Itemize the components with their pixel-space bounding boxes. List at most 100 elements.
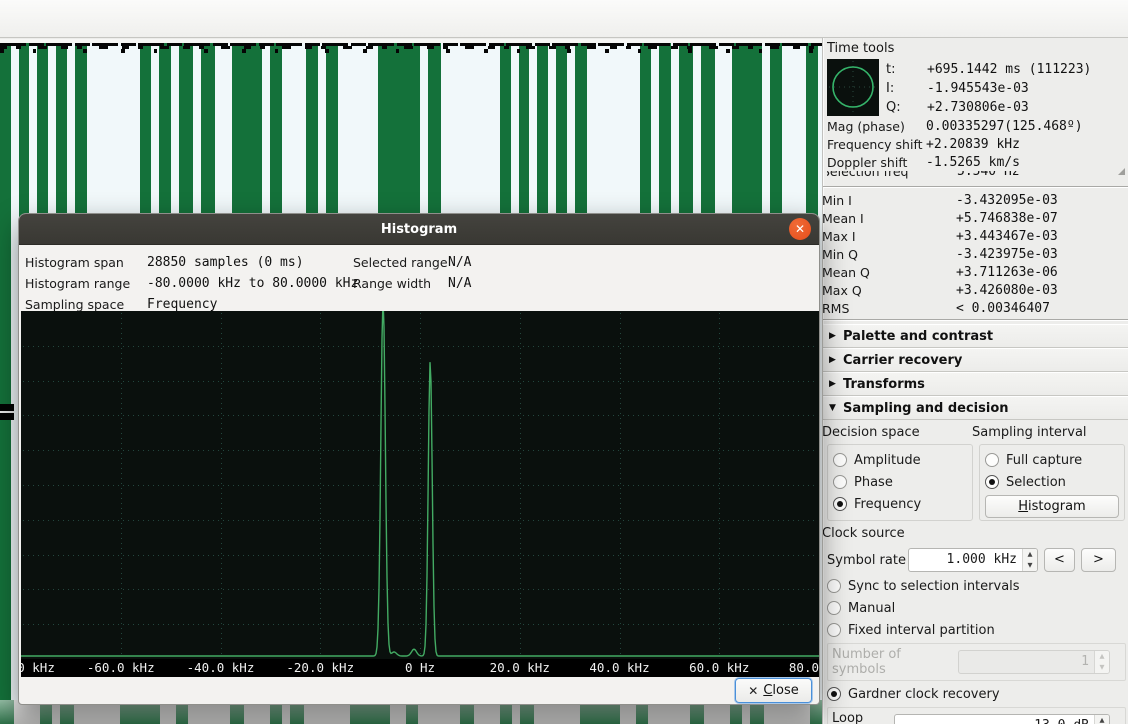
chevron-right-icon: ▶ — [829, 355, 843, 365]
spin-down-icon[interactable]: ▼ — [1023, 560, 1037, 571]
waveform-trace — [0, 49, 822, 53]
readout-i-label: I: — [886, 81, 927, 96]
mag-phase-value: 0.00335297(125.468º) — [926, 119, 1083, 134]
doppler-shift-value: -1.5265 km/s — [926, 155, 1020, 170]
decision-space-group: Amplitude Phase Frequency — [827, 444, 973, 521]
table-row: RMS< 0.00346407 — [827, 299, 1128, 317]
resize-grip-icon[interactable] — [1118, 168, 1125, 175]
table-row: Max Q+3.426080e-03 — [827, 281, 1128, 299]
x-axis-tick-label: -20.0 kHz — [286, 659, 354, 676]
chevron-right-icon: ▶ — [829, 331, 843, 341]
doppler-shift-label: Doppler shift — [827, 155, 926, 170]
radio-icon — [833, 453, 847, 467]
sampling-space-label: Sampling space — [25, 297, 147, 312]
divider — [823, 186, 1128, 188]
decision-space-title: Decision space — [822, 425, 972, 440]
iq-scope-icon — [827, 59, 879, 116]
loop-gain-row: Loop gain -13.0 dB ▲ ▼ — [827, 707, 1126, 724]
x-axis-labels: -80.0 kHz -60.0 kHz -40.0 kHz -20.0 kHz 0 Hz… — [21, 659, 819, 677]
table-row: Mean I+5.746838e-07 — [827, 209, 1128, 227]
close-button[interactable]: ✕ Close — [735, 678, 812, 703]
iq-stats-table: Min I-3.432095e-03 Mean I+5.746838e-07 M… — [827, 191, 1128, 317]
radio-phase[interactable]: Phase — [833, 471, 967, 493]
radio-fixed-interval-partition[interactable]: Fixed interval partition — [827, 619, 1128, 641]
radio-sync-to-selection-intervals[interactable]: Sync to selection intervals — [827, 575, 1128, 597]
x-axis-tick-label: 80.0 kHz — [789, 659, 819, 676]
histogram-dialog: Histogram ✕ Histogram span28850 samples … — [18, 213, 820, 705]
dialog-title: Histogram — [381, 222, 457, 237]
section-sampling-and-decision[interactable]: ▼ Sampling and decision — [823, 396, 1128, 420]
selection-freq-value: 5.540 Hz — [957, 171, 1020, 179]
frequency-shift-value: +2.20839 kHz — [926, 137, 1020, 152]
radio-icon — [833, 475, 847, 489]
table-row: Min Q-3.423975e-03 — [827, 245, 1128, 263]
dialog-footer: ✕ Close — [19, 677, 819, 704]
range-width-value: N/A — [448, 276, 471, 291]
chevron-right-icon: ▶ — [829, 379, 843, 389]
readout-t-label: t: — [886, 62, 927, 77]
radio-manual[interactable]: Manual — [827, 597, 1128, 619]
mag-phase-label: Mag (phase) — [827, 119, 926, 134]
number-of-symbols-input: 1 ▲ ▼ — [958, 650, 1110, 674]
radio-selected-icon — [833, 497, 847, 511]
dialog-titlebar[interactable]: Histogram ✕ — [19, 214, 819, 245]
selection-marker[interactable] — [0, 404, 14, 420]
radio-icon — [827, 579, 841, 593]
close-icon[interactable]: ✕ — [789, 218, 811, 240]
divider — [823, 319, 1128, 321]
selected-range-label: Selected range — [353, 255, 448, 270]
section-carrier-recovery[interactable]: ▶ Carrier recovery — [823, 348, 1128, 372]
table-row: Mean Q+3.711263e-06 — [827, 263, 1128, 281]
x-axis-tick-label: 40.0 kHz — [589, 659, 649, 676]
x-axis-tick-label: 20.0 kHz — [490, 659, 550, 676]
x-axis-tick-label: -60.0 kHz — [87, 659, 155, 676]
readout-q-label: Q: — [886, 100, 927, 115]
selection-freq-row-clipped: Selection freq 5.540 Hz — [827, 171, 1128, 182]
radio-selected-icon — [827, 687, 841, 701]
inspector-panel: Time tools t:+695.1442 ms (111223) I:-1.… — [822, 38, 1128, 724]
symbol-rate-next-button[interactable]: > — [1081, 548, 1116, 572]
radio-selected-icon — [985, 475, 999, 489]
histogram-plot[interactable]: -80.0 kHz -60.0 kHz -40.0 kHz -20.0 kHz 0 Hz… — [21, 311, 819, 677]
radio-icon — [827, 601, 841, 615]
readout-t-value: +695.1442 ms (111223) — [927, 62, 1091, 77]
symbol-rate-prev-button[interactable]: < — [1044, 548, 1075, 572]
section-palette-and-contrast[interactable]: ▶ Palette and contrast — [823, 324, 1128, 348]
radio-full-capture[interactable]: Full capture — [985, 449, 1119, 471]
x-axis-tick-label: -40.0 kHz — [187, 659, 255, 676]
x-axis-tick-label: -80.0 kHz — [21, 659, 55, 676]
sampling-interval-group: Full capture Selection Histogram — [979, 444, 1125, 521]
spin-down-icon: ▼ — [1095, 662, 1109, 673]
histogram-info: Histogram span28850 samples (0 ms) Histo… — [19, 245, 819, 311]
loop-gain-label: Loop gain — [832, 711, 894, 724]
histogram-range-label: Histogram range — [25, 276, 147, 291]
x-axis-tick-label: 0 Hz — [405, 659, 435, 676]
section-transforms[interactable]: ▶ Transforms — [823, 372, 1128, 396]
symbol-rate-input[interactable]: 1.000 kHz ▲ ▼ — [908, 548, 1038, 572]
readout-i-value: -1.945543e-03 — [927, 81, 1029, 96]
radio-frequency[interactable]: Frequency — [833, 493, 967, 515]
x-axis-tick-label: 60.0 kHz — [689, 659, 749, 676]
number-of-symbols-row: Number of symbols 1 ▲ ▼ — [827, 643, 1126, 681]
selected-range-value: N/A — [448, 255, 471, 270]
loop-gain-input[interactable]: -13.0 dB ▲ ▼ — [894, 714, 1110, 724]
histogram-span-value: 28850 samples (0 ms) — [147, 255, 304, 270]
spin-up-icon[interactable]: ▲ — [1095, 715, 1109, 724]
spin-up-icon[interactable]: ▲ — [1023, 549, 1037, 560]
range-width-label: Range width — [353, 276, 448, 291]
chevron-down-icon: ▼ — [829, 403, 843, 413]
histogram-button[interactable]: Histogram — [985, 495, 1119, 518]
radio-gardner-clock-recovery[interactable]: Gardner clock recovery — [827, 683, 1128, 705]
radio-amplitude[interactable]: Amplitude — [833, 449, 967, 471]
table-row: Max I+3.443467e-03 — [827, 227, 1128, 245]
top-toolbar-area — [0, 0, 1128, 38]
histogram-range-value: -80.0000 kHz to 80.0000 kHz — [147, 276, 358, 291]
sampling-space-value: Frequency — [147, 297, 217, 312]
clock-source-title: Clock source — [822, 524, 1128, 544]
selection-freq-label: Selection freq — [827, 171, 921, 179]
histogram-span-label: Histogram span — [25, 255, 147, 270]
radio-icon — [985, 453, 999, 467]
close-x-icon: ✕ — [748, 684, 758, 698]
radio-icon — [827, 623, 841, 637]
radio-selection[interactable]: Selection — [985, 471, 1119, 493]
